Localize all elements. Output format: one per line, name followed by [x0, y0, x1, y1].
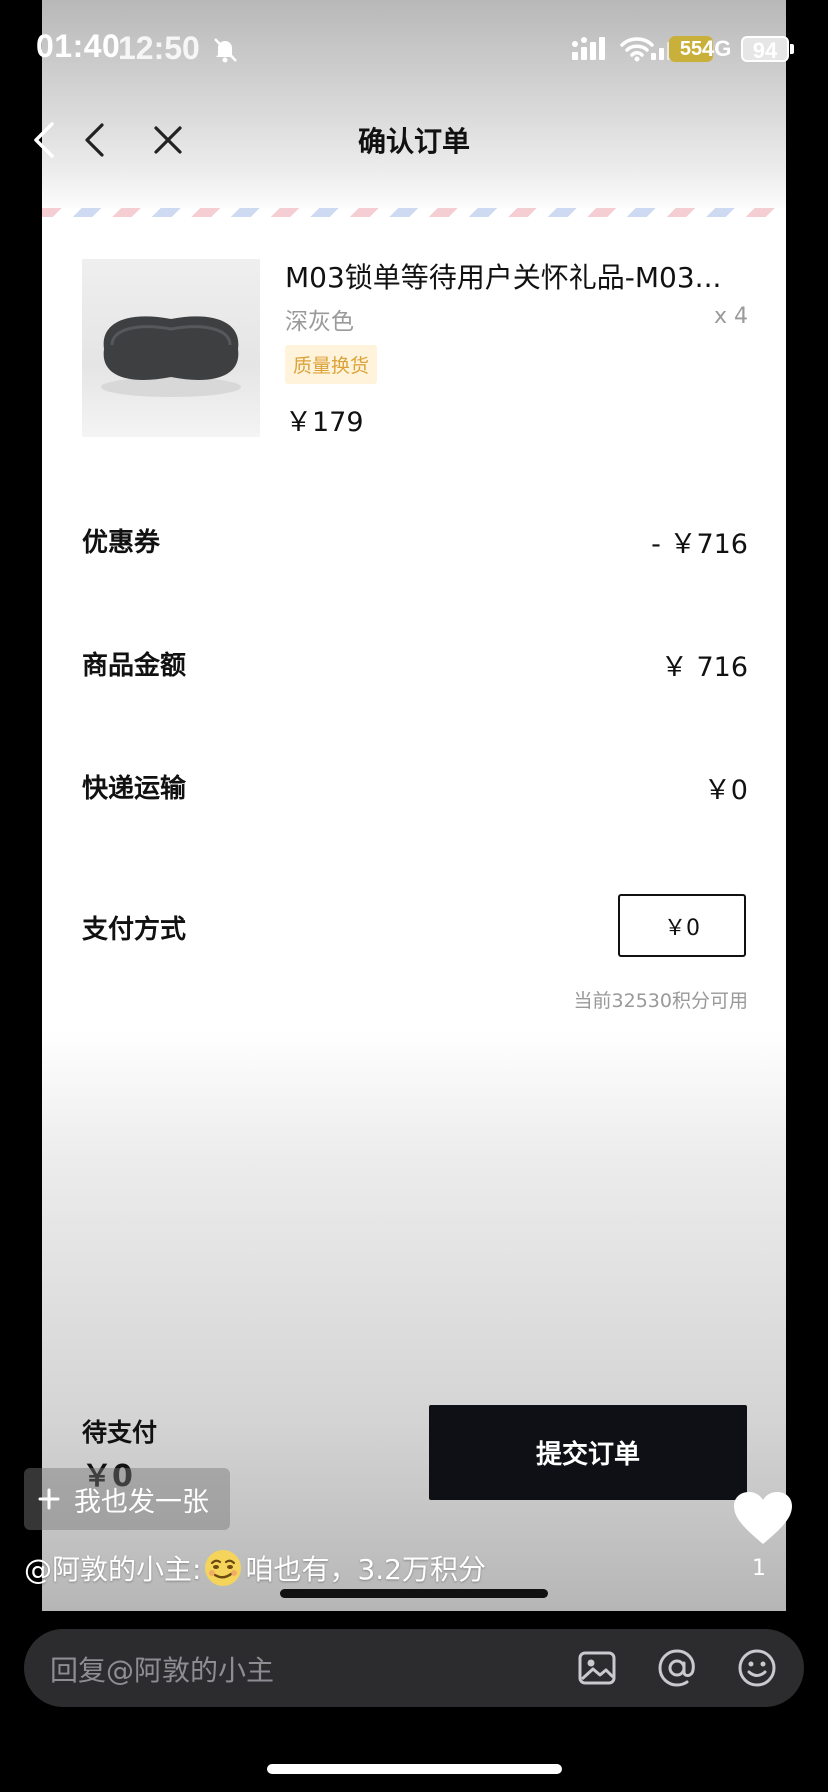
payment-method-button[interactable]: ￥0 — [618, 894, 746, 957]
points-available-note: 当前32530积分可用 — [573, 990, 748, 1012]
amount-due-label: 待支付 — [82, 1418, 158, 1447]
reply-input-bar[interactable]: 回复@阿敦的小主 — [24, 1629, 804, 1707]
submit-order-label: 提交订单 — [535, 1440, 640, 1470]
signal-dots-icon — [572, 37, 605, 60]
battery-tip — [790, 44, 794, 54]
payment-method-label: 支付方式 — [82, 915, 187, 945]
product-variant: 深灰色 — [285, 309, 354, 335]
home-indicator[interactable] — [267, 1764, 562, 1774]
coupon-value[interactable]: - ￥716 — [651, 522, 748, 561]
at-mention-icon[interactable] — [656, 1647, 698, 1689]
outer-back-chevron-icon[interactable] — [30, 120, 58, 160]
product-price: ￥179 — [285, 407, 364, 438]
order-screenshot: 确认订单 M03锁单等待用户关怀礼品-M03... 深灰色 x 4 质量换货 ￥… — [42, 0, 786, 1611]
status-time-front: 12:50 — [118, 30, 200, 66]
post-one-too-label: 我也发一张 — [74, 1486, 209, 1518]
goods-amount-label: 商品金额 — [82, 651, 187, 681]
wifi-icon — [620, 37, 654, 62]
shipping-value: ￥0 — [703, 775, 748, 806]
shipping-label: 快递运输 — [82, 774, 187, 804]
airmail-border — [42, 208, 786, 217]
product-quantity: x 4 — [713, 304, 748, 329]
post-one-too-button[interactable]: 我也发一张 — [24, 1468, 230, 1530]
goods-amount-value: ￥ 716 — [660, 652, 748, 683]
battery-indicator-b: 94 — [741, 36, 789, 63]
comment-line[interactable]: @阿敦的小主: 咱也有，3.2万积分 — [24, 1548, 486, 1588]
like-count: 1 — [752, 1556, 766, 1581]
product-title: M03锁单等待用户关怀礼品-M03... — [285, 261, 722, 294]
payment-method-value: ￥0 — [664, 915, 700, 941]
plus-icon — [38, 1488, 60, 1510]
smirk-emoji-icon — [205, 1550, 242, 1586]
pillow-image — [101, 316, 241, 397]
product-image[interactable] — [82, 259, 260, 437]
comment-author[interactable]: @阿敦的小主: — [24, 1548, 201, 1588]
coupon-label: 优惠券 — [82, 528, 161, 558]
image-icon[interactable] — [576, 1647, 618, 1689]
quality-exchange-tag: 质量换货 — [285, 345, 378, 384]
heart-icon[interactable] — [732, 1490, 794, 1546]
inner-home-indicator — [280, 1589, 548, 1598]
status-time-back: 01:40 — [36, 28, 121, 64]
bell-muted-icon — [214, 38, 237, 63]
network-type: 4G — [702, 36, 732, 61]
reply-input[interactable]: 回复@阿敦的小主 — [50, 1649, 274, 1689]
page-title: 确认订单 — [357, 125, 470, 158]
comment-text: 咱也有，3.2万积分 — [245, 1553, 486, 1586]
emoji-icon[interactable] — [736, 1647, 778, 1689]
submit-order-button[interactable]: 提交订单 — [429, 1405, 747, 1500]
